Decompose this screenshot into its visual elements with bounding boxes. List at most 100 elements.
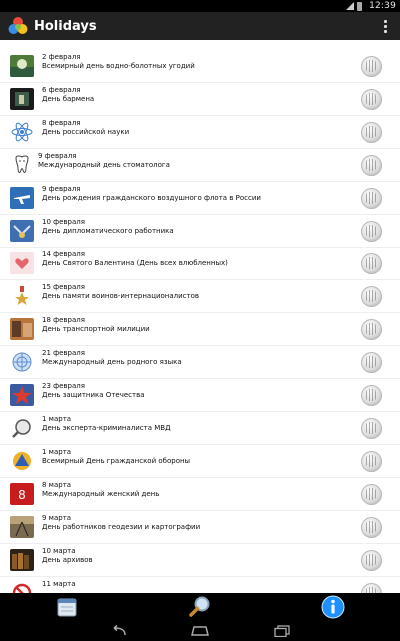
holiday-text: 10 марта День архивов <box>42 547 93 565</box>
holiday-text: 6 февраля День бармена <box>42 86 94 104</box>
holiday-name: День памяти воинов-интернационалистов <box>42 292 200 300</box>
holiday-date: 21 февраля <box>42 349 85 357</box>
wikipedia-globe-icon[interactable] <box>361 484 382 505</box>
holiday-list: 2 февраля Всемирный день водно-болотных у… <box>0 40 400 593</box>
holiday-name: День дипломатического работника <box>42 227 174 235</box>
wikipedia-globe-icon[interactable] <box>361 221 382 242</box>
holiday-row[interactable]: 9 марта День работников геодезии и картог… <box>0 512 400 544</box>
bottom-tab-bar <box>0 593 400 621</box>
holiday-text: 9 марта День работников геодезии и картог… <box>42 514 200 532</box>
tooth-icon <box>10 154 34 176</box>
holiday-row[interactable]: 8 февраля День российской науки <box>0 117 400 149</box>
wikipedia-globe-icon[interactable] <box>361 253 382 274</box>
holiday-row[interactable]: 10 февраля День дипломатического работник… <box>0 216 400 248</box>
wikipedia-globe-icon[interactable] <box>361 418 382 439</box>
home-icon <box>191 626 209 636</box>
wikipedia-globe-icon[interactable] <box>361 188 382 209</box>
wikipedia-globe-icon[interactable] <box>361 319 382 340</box>
holiday-text: 1 марта Всемирный День гражданской оборон… <box>42 448 190 466</box>
atom-icon <box>10 121 34 143</box>
transport-police-photo-icon <box>10 318 34 340</box>
holiday-date: 10 марта <box>42 547 76 555</box>
holiday-row[interactable]: 2 февраля Всемирный день водно-болотных у… <box>0 51 400 83</box>
battery-icon <box>357 1 363 11</box>
wikipedia-globe-icon[interactable] <box>361 550 382 571</box>
wikipedia-globe-icon[interactable] <box>361 517 382 538</box>
calendar-icon <box>57 598 77 617</box>
holiday-date: 6 февраля <box>42 86 81 94</box>
holiday-text: 15 февраля День памяти воинов-интернацион… <box>42 283 199 301</box>
holiday-name: День бармена <box>42 95 95 103</box>
holiday-date: 15 февраля <box>42 283 85 291</box>
holiday-name: День Святого Валентина (День всех влюбле… <box>42 259 228 267</box>
holiday-text: 2 февраля Всемирный день водно-болотных у… <box>42 53 195 71</box>
wikipedia-globe-icon[interactable] <box>361 89 382 110</box>
diplomat-emblem-icon <box>10 220 34 242</box>
holiday-text: 9 февраля Международный день стоматолога <box>38 152 170 170</box>
tab-info[interactable] <box>313 594 353 620</box>
action-bar: Holidays <box>0 12 400 40</box>
holiday-text: 8 марта Международный женский день <box>42 481 159 499</box>
wikipedia-globe-icon[interactable] <box>361 56 382 77</box>
holiday-text: 1 марта День эксперта-криминалиста МВД <box>42 415 171 433</box>
system-navigation-bar <box>0 621 400 641</box>
holiday-date: 2 февраля <box>42 53 81 61</box>
holiday-name: День архивов <box>42 556 93 564</box>
wikipedia-globe-icon[interactable] <box>361 122 382 143</box>
wikipedia-globe-icon[interactable] <box>361 385 382 406</box>
holiday-text: 23 февраля День защитника Отечества <box>42 382 144 400</box>
recent-apps-button[interactable] <box>271 624 293 638</box>
holiday-date: 8 марта <box>42 481 72 489</box>
status-bar: 12:39 <box>0 0 400 12</box>
holiday-row[interactable]: 23 февраля День защитника Отечества <box>0 380 400 412</box>
wikipedia-globe-icon[interactable] <box>361 451 382 472</box>
holiday-row[interactable]: 21 февраля Международный день родного язы… <box>0 347 400 379</box>
wikipedia-globe-icon[interactable] <box>361 583 382 593</box>
aeroflot-icon <box>10 187 34 209</box>
holiday-row[interactable]: 9 февраля Международный день стоматолога <box>0 150 400 182</box>
wikipedia-globe-icon[interactable] <box>361 352 382 373</box>
wikipedia-globe-icon[interactable] <box>361 155 382 176</box>
tab-search[interactable] <box>180 594 220 620</box>
holiday-row[interactable]: 6 февраля День бармена <box>0 84 400 116</box>
holiday-text: 14 февраля День Святого Валентина (День в… <box>42 250 228 268</box>
holiday-text: 18 февраля День транспортной милиции <box>42 316 150 334</box>
holiday-name: День российской науки <box>42 128 130 136</box>
wikipedia-globe-icon[interactable] <box>361 286 382 307</box>
un-emblem-icon <box>10 351 34 373</box>
holiday-name: День эксперта-криминалиста МВД <box>42 424 171 432</box>
holiday-text: 10 февраля День дипломатического работник… <box>42 218 174 236</box>
holiday-row[interactable]: 8 8 марта Международный женский день <box>0 479 400 511</box>
back-button[interactable] <box>107 624 129 638</box>
holiday-text: 9 февраля День рождения гражданского возд… <box>42 185 261 203</box>
holiday-row[interactable]: 10 марта День архивов <box>0 545 400 577</box>
holiday-row[interactable]: 11 марта <box>0 578 400 593</box>
app-title: Holidays <box>34 18 97 34</box>
holiday-name: Международный женский день <box>42 490 160 498</box>
holiday-date: 1 марта <box>42 448 72 456</box>
holiday-name: День защитника Отечества <box>42 391 145 399</box>
no-drugs-icon <box>10 582 34 593</box>
holiday-name: Всемирный День гражданской обороны <box>42 457 191 465</box>
magnifier-emblem-icon <box>10 417 34 439</box>
holiday-name: Международный день родного языка <box>42 358 182 366</box>
valentine-hearts-icon <box>10 252 34 274</box>
holiday-name: Всемирный день водно-болотных угодий <box>42 62 195 70</box>
holiday-row[interactable]: 1 марта Всемирный День гражданской оборон… <box>0 446 400 478</box>
holiday-text: 8 февраля День российской науки <box>42 119 129 137</box>
overflow-menu-icon[interactable] <box>378 16 392 36</box>
tab-calendar[interactable] <box>47 594 87 620</box>
holiday-row[interactable]: 14 февраля День Святого Валентина (День в… <box>0 248 400 280</box>
holiday-text: 11 марта <box>42 580 76 589</box>
holiday-row[interactable]: 15 февраля День памяти воинов-интернацион… <box>0 281 400 313</box>
search-icon <box>189 596 210 617</box>
holiday-row[interactable]: 18 февраля День транспортной милиции <box>0 314 400 346</box>
holiday-name: Международный день стоматолога <box>38 161 170 169</box>
holiday-row[interactable]: 9 февраля День рождения гражданского возд… <box>0 183 400 215</box>
home-button[interactable] <box>189 624 211 638</box>
holiday-name: День рождения гражданского воздушного фл… <box>42 194 261 202</box>
signal-icon <box>346 2 355 10</box>
status-time: 12:39 <box>369 1 396 11</box>
holiday-text: 21 февраля Международный день родного язы… <box>42 349 182 367</box>
holiday-row[interactable]: 1 марта День эксперта-криминалиста МВД <box>0 413 400 445</box>
